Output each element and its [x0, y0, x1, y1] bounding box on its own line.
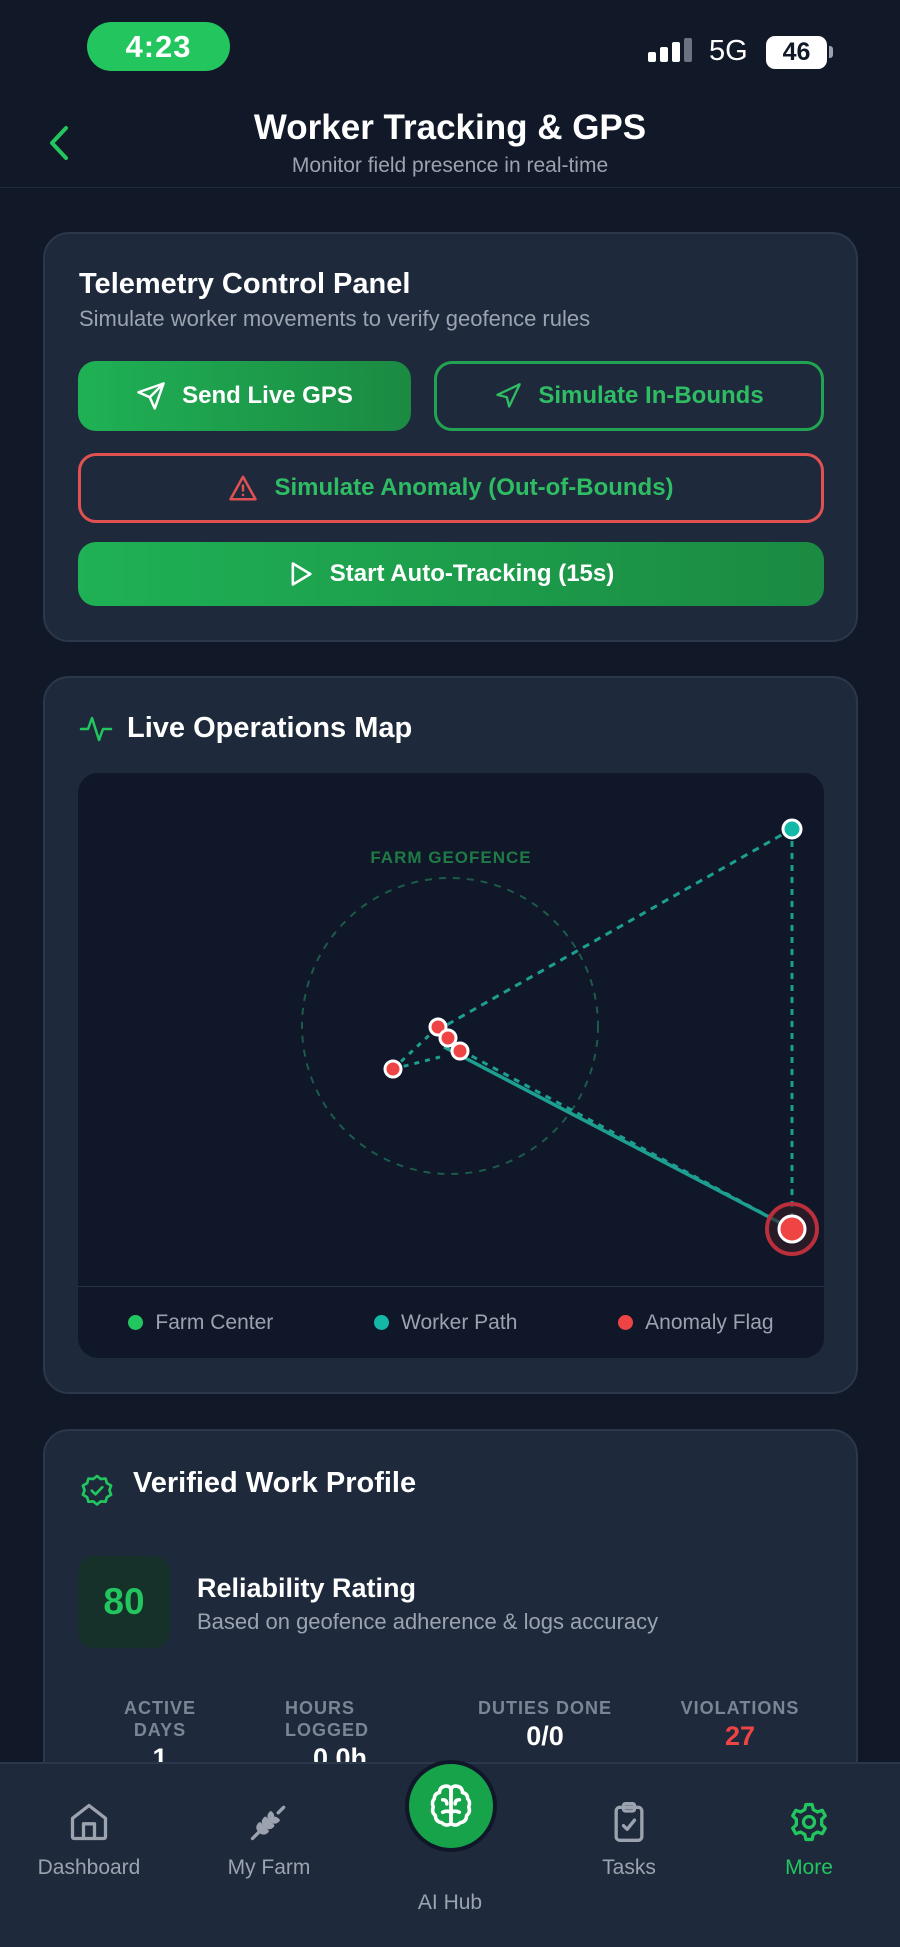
page-title: Worker Tracking & GPS — [253, 108, 647, 147]
worker-marker[interactable] — [781, 818, 803, 840]
farm-center-dot — [128, 1315, 144, 1330]
worker-path-segment — [443, 1045, 793, 1231]
live-operations-map-card: Live Operations Map FARM GEOFENCE Farm C… — [43, 676, 858, 1394]
stat-label: HOURS LOGGED — [285, 1698, 370, 1740]
map-canvas[interactable]: FARM GEOFENCE Farm Center Worker Path An… — [78, 773, 824, 1358]
nav-label: More — [785, 1856, 833, 1879]
simulate-anomaly-button[interactable]: Simulate Anomaly (Out-of-Bounds) — [78, 453, 824, 523]
activity-icon — [79, 716, 113, 741]
nav-my-farm[interactable]: My Farm — [194, 1800, 344, 1880]
navigation-icon — [496, 383, 522, 408]
legend-farm-center: Farm Center — [128, 1311, 273, 1335]
status-time: 4:23 — [87, 22, 230, 71]
stat-duties-done: DUTIES DONE 0/0 — [465, 1697, 625, 1752]
legend-label: Worker Path — [401, 1310, 518, 1334]
anomaly-flag[interactable] — [438, 1028, 458, 1048]
anomaly-flag-current[interactable] — [777, 1214, 807, 1244]
status-bar: 4:23 5G 46 — [0, 0, 900, 90]
reliability-title: Reliability Rating — [197, 1573, 417, 1603]
geofence-label: FARM GEOFENCE — [370, 848, 531, 867]
stat-label: ACTIVE DAYS — [123, 1698, 196, 1740]
ai-hub-button[interactable] — [405, 1760, 497, 1852]
stat-value: 0/0 — [526, 1721, 564, 1751]
send-live-gps-label: Send Live GPS — [182, 382, 353, 409]
legend-anomaly-flag: Anomaly Flag — [618, 1310, 774, 1335]
play-icon — [291, 562, 312, 586]
nav-label: Dashboard — [37, 1856, 141, 1879]
reliability-score: 80 — [78, 1556, 170, 1648]
page-header: Worker Tracking & GPS Monitor field pres… — [0, 90, 900, 188]
simulate-in-bounds-label: Simulate In-Bounds — [538, 382, 764, 409]
stat-label: VIOLATIONS — [680, 1698, 800, 1718]
legend-worker-path: Worker Path — [374, 1311, 517, 1335]
brain-icon — [430, 1784, 472, 1827]
telemetry-control-panel: Telemetry Control Panel Simulate worker … — [43, 232, 858, 642]
clipboard-check-icon — [614, 1802, 644, 1842]
send-icon — [137, 382, 165, 410]
home-icon — [70, 1803, 108, 1841]
battery-tip — [829, 46, 833, 58]
send-live-gps-button[interactable]: Send Live GPS — [78, 361, 411, 431]
nav-label: My Farm — [227, 1856, 311, 1879]
ai-hub-label: AI Hub — [417, 1891, 483, 1914]
simulate-anomaly-label: Simulate Anomaly (Out-of-Bounds) — [274, 474, 674, 501]
map-svg: FARM GEOFENCE — [301, 818, 819, 1256]
start-auto-tracking-label: Start Auto-Tracking (15s) — [329, 560, 615, 587]
badge-check-icon — [81, 1474, 113, 1506]
anomaly-flag[interactable] — [383, 1059, 403, 1079]
map-title-row: Live Operations Map — [79, 712, 412, 745]
battery-indicator: 46 — [766, 36, 827, 69]
nav-dashboard[interactable]: Dashboard — [14, 1800, 164, 1880]
reliability-subtitle: Based on geofence adherence & logs accur… — [197, 1609, 659, 1634]
gear-icon — [791, 1802, 827, 1842]
map-legend: Farm Center Worker Path Anomaly Flag — [78, 1286, 824, 1358]
nav-more[interactable]: More — [734, 1800, 884, 1880]
signal-icon — [648, 38, 692, 62]
anomaly-flag[interactable] — [450, 1041, 470, 1061]
stat-value: 27 — [724, 1721, 756, 1751]
telemetry-subtitle: Simulate worker movements to verify geof… — [79, 306, 591, 331]
page-subtitle: Monitor field presence in real-time — [291, 154, 609, 177]
map-title: Live Operations Map — [127, 712, 413, 744]
simulate-in-bounds-button[interactable]: Simulate In-Bounds — [434, 361, 824, 431]
stat-violations: VIOLATIONS 27 — [665, 1697, 815, 1752]
anomaly-flag-dot — [618, 1315, 634, 1330]
worker-path-dot — [374, 1315, 390, 1330]
nav-tasks[interactable]: Tasks — [554, 1800, 704, 1880]
legend-label: Farm Center — [155, 1310, 274, 1334]
start-auto-tracking-button[interactable]: Start Auto-Tracking (15s) — [78, 542, 824, 606]
warning-icon — [229, 475, 258, 501]
legend-label: Anomaly Flag — [645, 1310, 774, 1334]
wheat-icon — [250, 1805, 286, 1841]
nav-label: Tasks — [602, 1856, 656, 1879]
telemetry-title: Telemetry Control Panel — [79, 268, 411, 300]
bottom-navigation: Dashboard My Farm AI Hub Tasks More — [0, 1760, 900, 1947]
stat-label: DUTIES DONE — [477, 1698, 612, 1718]
geofence-boundary — [301, 877, 599, 1175]
network-label: 5G — [709, 35, 748, 67]
profile-title: Verified Work Profile — [133, 1467, 417, 1499]
